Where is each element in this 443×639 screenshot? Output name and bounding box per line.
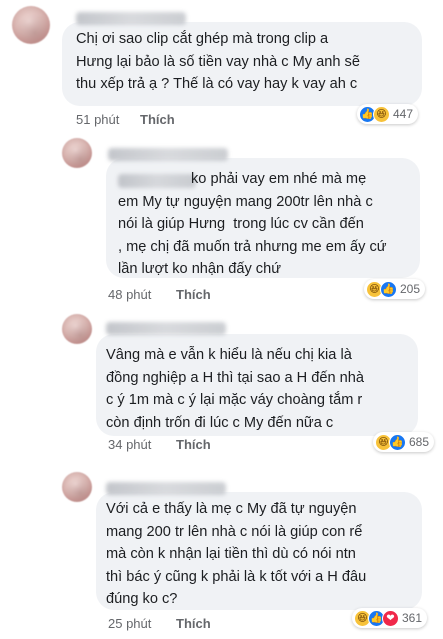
comment-text: Chị ơi sao clip cắt ghép mà trong clip a… — [76, 31, 360, 92]
like-link[interactable]: Thích — [176, 287, 211, 302]
replier-avatar[interactable] — [62, 138, 92, 168]
replier-avatar[interactable] — [62, 472, 92, 502]
reply-text: ko phải vay em nhé mà mẹ em My tự nguyện… — [118, 171, 387, 277]
commenter-name-blurred[interactable] — [106, 322, 226, 335]
reply-text: Vâng mà e vẫn k hiểu là nếu chị kia là đ… — [106, 347, 365, 431]
like-link[interactable]: Thích — [176, 437, 211, 452]
like-link[interactable]: Thích — [140, 112, 175, 127]
reaction-summary[interactable]: 😆 👍 685 — [373, 432, 435, 452]
reaction-summary[interactable]: 👍 😆 447 — [357, 104, 419, 124]
reply-time[interactable]: 48 phút — [108, 287, 151, 302]
replier-name-blurred[interactable] — [106, 482, 226, 495]
reaction-count: 361 — [402, 611, 423, 625]
haha-icon: 😆 — [373, 105, 390, 123]
love-icon: ❤ — [382, 609, 399, 627]
like-icon: 👍 — [380, 280, 397, 298]
reaction-summary[interactable]: 😆 👍 205 — [364, 279, 426, 299]
reaction-summary[interactable]: 😆 👍 ❤ 361 — [352, 608, 428, 628]
reaction-count: 685 — [409, 435, 430, 449]
reply-time[interactable]: 25 phút — [108, 616, 151, 631]
reply-text: Với cả e thấy là mẹ c My đã tự nguyện ma… — [106, 501, 367, 607]
replier-name-blurred[interactable] — [108, 148, 228, 161]
reaction-count: 447 — [393, 107, 414, 121]
comment-time[interactable]: 51 phút — [76, 112, 119, 127]
commenter-avatar[interactable] — [62, 314, 92, 344]
reaction-count: 205 — [400, 282, 421, 296]
commenter-avatar[interactable] — [12, 6, 50, 44]
like-link[interactable]: Thích — [176, 616, 211, 631]
commenter-name-blurred[interactable] — [76, 12, 186, 25]
reply-time[interactable]: 34 phút — [108, 437, 151, 452]
like-icon: 👍 — [389, 433, 406, 451]
